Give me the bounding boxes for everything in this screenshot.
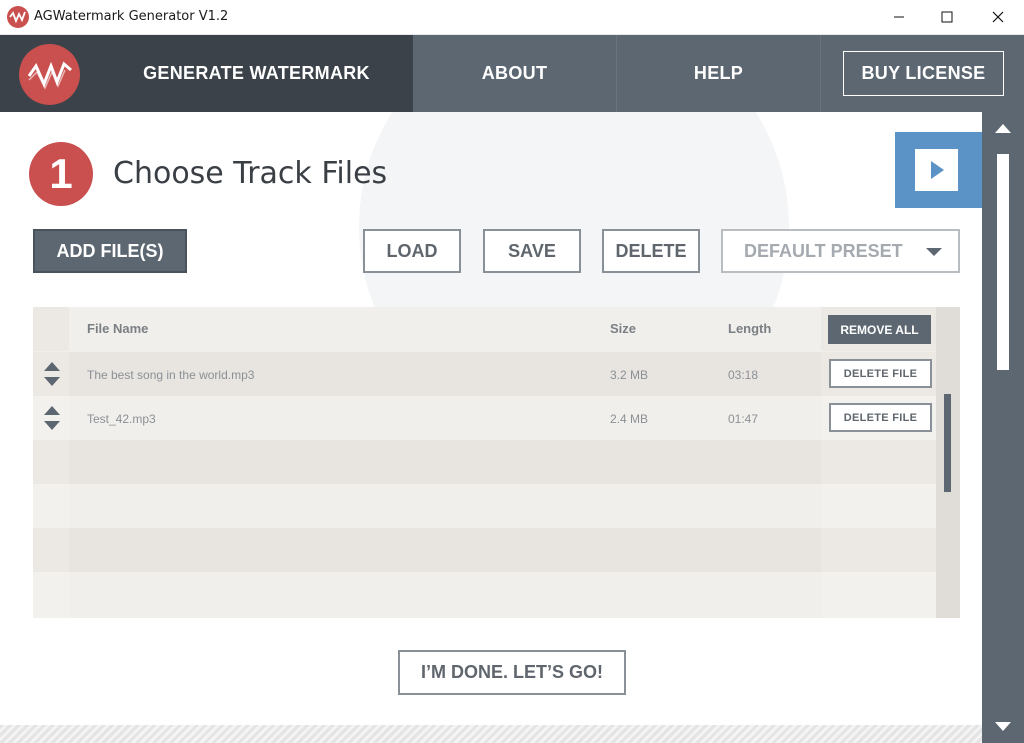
table-row-empty	[33, 528, 960, 572]
move-down-icon[interactable]	[44, 377, 60, 386]
minimize-button[interactable]	[876, 0, 922, 34]
scroll-down-icon[interactable]	[995, 722, 1011, 731]
buy-license-button[interactable]: BUY LICENSE	[843, 51, 1004, 96]
title-bar: AGWatermark Generator V1.2	[0, 0, 1024, 35]
step-number-badge: 1	[29, 142, 93, 206]
save-preset-button[interactable]: SAVE	[483, 229, 581, 273]
file-length: 03:18	[728, 368, 759, 382]
track-files-table: File Name Size Length REMOVE ALL The bes…	[33, 307, 960, 618]
add-files-button[interactable]: ADD FILE(S)	[33, 229, 187, 273]
move-down-icon[interactable]	[44, 421, 60, 430]
maximize-icon	[941, 11, 953, 23]
delete-file-button[interactable]: DELETE FILE	[829, 403, 932, 432]
play-button[interactable]	[895, 132, 982, 208]
remove-all-button[interactable]: REMOVE ALL	[828, 315, 931, 344]
footer-strip	[0, 725, 982, 743]
waveform-logo-icon	[19, 44, 80, 105]
table-row[interactable]: Test_42.mp3 2.4 MB 01:47 DELETE FILE	[33, 396, 960, 440]
main-scrollbar[interactable]	[982, 112, 1024, 743]
delete-file-button[interactable]: DELETE FILE	[829, 359, 932, 388]
scroll-up-icon[interactable]	[995, 124, 1011, 133]
move-up-icon[interactable]	[44, 362, 60, 371]
file-size: 2.4 MB	[610, 412, 649, 426]
reorder-handle[interactable]	[33, 352, 69, 396]
app-logo-icon	[7, 6, 29, 28]
move-up-icon[interactable]	[44, 406, 60, 415]
table-row-empty	[33, 572, 960, 618]
play-icon	[930, 161, 944, 179]
load-preset-button[interactable]: LOAD	[363, 229, 461, 273]
close-icon	[992, 11, 1004, 23]
column-header-file-name: File Name	[87, 321, 149, 336]
main-scrollbar-thumb[interactable]	[997, 154, 1009, 370]
reorder-handle[interactable]	[33, 396, 69, 440]
table-header: File Name Size Length REMOVE ALL	[33, 307, 960, 351]
file-name: Test_42.mp3	[87, 412, 156, 426]
nav-tab-help[interactable]: HELP	[617, 35, 821, 112]
main-content: 1 Choose Track Files ADD FILE(S) LOAD SA…	[0, 112, 982, 743]
column-header-length: Length	[728, 321, 772, 336]
page-title: Choose Track Files	[113, 156, 388, 191]
table-scrollbar[interactable]	[936, 307, 960, 618]
table-row[interactable]: The best song in the world.mp3 3.2 MB 03…	[33, 352, 960, 396]
window-title: AGWatermark Generator V1.2	[34, 9, 229, 24]
nav-logo-area	[0, 35, 100, 112]
main-nav: GENERATE WATERMARK ABOUT HELP BUY LICENS…	[0, 35, 1024, 112]
chevron-down-icon	[926, 248, 942, 256]
delete-preset-button[interactable]: DELETE	[602, 229, 700, 273]
file-size: 3.2 MB	[610, 368, 649, 382]
preset-select-value: DEFAULT PRESET	[744, 240, 903, 261]
close-button[interactable]	[975, 0, 1021, 34]
table-scrollbar-thumb[interactable]	[944, 394, 951, 492]
play-button-frame	[915, 149, 958, 191]
maximize-button[interactable]	[924, 0, 970, 34]
column-header-size: Size	[610, 321, 637, 336]
minimize-icon	[894, 16, 904, 18]
done-continue-button[interactable]: I’M DONE. LET’S GO!	[398, 650, 626, 695]
nav-tab-generate-watermark[interactable]: GENERATE WATERMARK	[100, 35, 413, 112]
file-length: 01:47	[728, 412, 759, 426]
file-name: The best song in the world.mp3	[87, 368, 255, 382]
preset-select[interactable]: DEFAULT PRESET	[721, 229, 960, 273]
nav-tab-about[interactable]: ABOUT	[413, 35, 617, 112]
table-row-empty	[33, 484, 960, 528]
table-row-empty	[33, 440, 960, 484]
